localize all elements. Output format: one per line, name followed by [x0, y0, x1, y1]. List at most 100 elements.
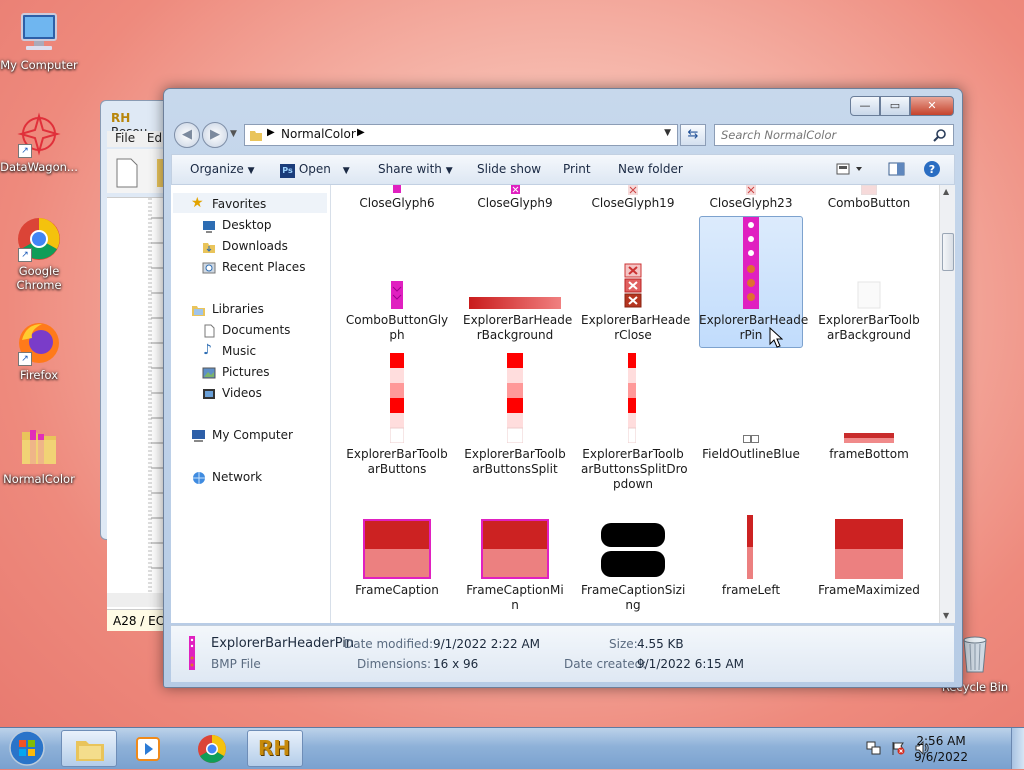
- file-item[interactable]: frameBottom: [817, 353, 921, 481]
- computer-icon: [192, 430, 205, 442]
- print-button[interactable]: Print: [563, 162, 591, 176]
- change-view-button[interactable]: [836, 161, 866, 180]
- scroll-down-icon[interactable]: ▼: [943, 611, 949, 620]
- desktop-icon-label: NormalColor: [3, 472, 75, 486]
- scroll-up-icon[interactable]: ▲: [943, 187, 949, 196]
- background-window-menu: File Edi: [107, 131, 167, 147]
- background-window[interactable]: RH Resou File Edi A28 / EC: [100, 100, 168, 631]
- computer-icon: [16, 10, 62, 56]
- start-button[interactable]: [4, 729, 50, 767]
- nav-videos[interactable]: Videos: [222, 386, 262, 400]
- nav-network[interactable]: Network: [212, 470, 262, 484]
- scrollbar-thumb[interactable]: [942, 233, 954, 271]
- system-clock[interactable]: 2:56 AM 9/6/2022: [914, 733, 968, 765]
- address-bar[interactable]: ▶ NormalColor ▶ ▼: [244, 124, 678, 146]
- file-item[interactable]: CloseGlyph23: [699, 185, 803, 215]
- chrome-icon: [198, 735, 226, 763]
- file-item[interactable]: ExplorerBarToolb arButtonsSplitDro pdown: [581, 353, 688, 491]
- organize-button[interactable]: Organize ▼: [190, 162, 255, 176]
- recent-pages-chevron-icon[interactable]: ▼: [230, 129, 237, 139]
- nav-downloads[interactable]: Downloads: [222, 239, 288, 253]
- thumbnail: [469, 297, 561, 309]
- thumbnail: [393, 185, 401, 193]
- desktop-icon-firefox[interactable]: ↗ Firefox: [0, 320, 78, 382]
- address-dropdown-icon[interactable]: ▼: [664, 128, 671, 138]
- file-item[interactable]: frameLeft: [699, 505, 803, 623]
- nav-desktop[interactable]: Desktop: [222, 218, 272, 232]
- slide-show-button[interactable]: Slide show: [477, 162, 541, 176]
- close-button[interactable]: ✕: [910, 96, 954, 116]
- clock-time: 2:56 AM: [916, 734, 966, 748]
- folder-icon: [76, 741, 104, 761]
- file-item[interactable]: ExplorerBarHeade rClose: [581, 221, 690, 345]
- thumbnail: [835, 519, 903, 579]
- help-button[interactable]: ?: [923, 160, 941, 181]
- vertical-scrollbar[interactable]: ▲ ▼: [939, 185, 955, 623]
- file-item[interactable]: FrameCaptionSizi ng: [581, 505, 685, 623]
- file-item[interactable]: ComboButtonGly ph: [345, 221, 449, 345]
- minimize-button[interactable]: —: [850, 96, 880, 116]
- firefox-icon: ↗: [16, 320, 62, 366]
- nav-my-computer[interactable]: My Computer: [212, 428, 293, 442]
- file-item[interactable]: FrameCaption: [345, 505, 449, 623]
- libraries-icon: [192, 306, 205, 316]
- network-tray-icon[interactable]: [866, 740, 882, 756]
- file-item[interactable]: FieldOutlineBlue: [699, 353, 803, 481]
- thumbnail: [844, 433, 894, 443]
- action-center-flag-icon[interactable]: [890, 740, 906, 756]
- file-item[interactable]: ExplorerBarToolb arBackground: [817, 221, 921, 345]
- shortcut-arrow-icon: ↗: [18, 144, 32, 158]
- nav-favorites[interactable]: Favorites: [212, 197, 266, 211]
- breadcrumb-arrow-icon[interactable]: ▶: [357, 127, 365, 138]
- preview-pane-button[interactable]: [888, 161, 906, 180]
- file-item-selected[interactable]: ExplorerBarHeade rPin: [699, 217, 808, 345]
- file-item[interactable]: ExplorerBarHeade rBackground: [463, 221, 572, 345]
- taskbar-media-player-button[interactable]: [120, 730, 176, 767]
- mouse-cursor-icon: [769, 327, 783, 348]
- details-file-name: ExplorerBarHeaderPin: [211, 636, 355, 651]
- refresh-button[interactable]: ⇆: [680, 124, 706, 146]
- size-label: Size:: [609, 637, 638, 651]
- back-button[interactable]: ◀: [174, 122, 200, 148]
- music-icon: ♪: [203, 342, 212, 358]
- photoshop-icon: Ps: [280, 164, 295, 178]
- rh-logo: RH: [258, 736, 291, 760]
- show-desktop-button[interactable]: [1011, 728, 1024, 769]
- desktop-icon-normalcolor[interactable]: NormalColor: [0, 424, 78, 486]
- nav-music[interactable]: Music: [222, 344, 256, 358]
- search-icon[interactable]: [933, 128, 947, 142]
- taskbar-resource-hacker-button[interactable]: RH: [247, 730, 303, 767]
- file-item[interactable]: ExplorerBarToolb arButtons: [345, 353, 449, 481]
- new-folder-button[interactable]: New folder: [618, 162, 683, 176]
- file-item[interactable]: CloseGlyph6: [345, 185, 449, 215]
- thumbnail: [624, 263, 642, 308]
- file-item[interactable]: ComboButton: [817, 185, 921, 215]
- videos-icon: [203, 389, 215, 399]
- taskbar-explorer-button[interactable]: [61, 730, 117, 767]
- nav-pictures[interactable]: Pictures: [222, 365, 270, 379]
- forward-button[interactable]: ▶: [202, 122, 228, 148]
- taskbar-chrome-button[interactable]: [184, 730, 240, 767]
- windows-logo-icon: [9, 730, 45, 766]
- nav-recent-places[interactable]: Recent Places: [222, 260, 305, 274]
- file-item[interactable]: CloseGlyph9: [463, 185, 567, 215]
- thumbnail: [628, 185, 638, 195]
- file-item[interactable]: CloseGlyph19: [581, 185, 685, 215]
- open-button[interactable]: Ps Open ▼: [280, 162, 350, 178]
- explorer-window[interactable]: — ▭ ✕ ◀ ▶ ▼ ▶ NormalColor ▶ ▼ ⇆ Search N…: [163, 88, 963, 688]
- menu-file[interactable]: File: [115, 131, 135, 145]
- file-item[interactable]: ExplorerBarToolb arButtonsSplit: [463, 353, 567, 481]
- desktop-icon-chrome[interactable]: ↗ Google Chrome: [0, 216, 78, 292]
- search-input[interactable]: Search NormalColor: [714, 124, 954, 146]
- breadcrumb-normalcolor[interactable]: NormalColor: [281, 127, 356, 141]
- nav-documents[interactable]: Documents: [222, 323, 290, 337]
- desktop-icon-datawagon[interactable]: ↗ DataWagon...: [0, 112, 78, 174]
- nav-libraries[interactable]: Libraries: [212, 302, 264, 316]
- maximize-button[interactable]: ▭: [880, 96, 910, 116]
- cell-reference: A28 / EC: [107, 609, 167, 631]
- file-item[interactable]: FrameCaptionMi n: [463, 505, 567, 623]
- breadcrumb-arrow-icon[interactable]: ▶: [267, 127, 275, 138]
- desktop-icon-my-computer[interactable]: My Computer: [0, 10, 78, 72]
- share-with-button[interactable]: Share with ▼: [378, 162, 453, 176]
- file-item[interactable]: FrameMaximized: [817, 505, 921, 623]
